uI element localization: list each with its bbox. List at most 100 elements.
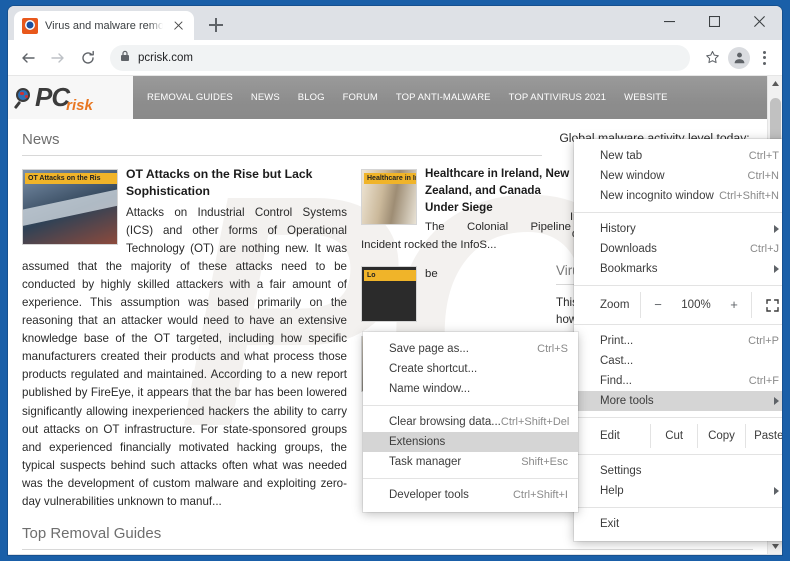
menu-item-accelerator: Ctrl+Shift+I: [513, 489, 568, 501]
menu-item-accelerator: Ctrl+P: [748, 335, 779, 347]
menu-item-new-incognito-window[interactable]: New incognito window Ctrl+Shift+N: [574, 186, 782, 206]
menu-separator: [574, 285, 782, 286]
menu-item-exit[interactable]: Exit: [574, 514, 782, 534]
nav-item-website[interactable]: WEBSITE: [624, 92, 667, 103]
menu-separator: [574, 454, 782, 455]
browser-toolbar: pcrisk.com: [8, 40, 782, 76]
forward-arrow-icon[interactable]: [44, 44, 72, 72]
nav-item-removal-guides[interactable]: REMOVAL GUIDES: [147, 92, 233, 103]
logo-text-risk: risk: [66, 97, 93, 114]
menu-separator: [574, 212, 782, 213]
article-thumbnail[interactable]: Healthcare in Ireland,: [361, 169, 417, 225]
menu-item-new-window[interactable]: New window Ctrl+N: [574, 166, 782, 186]
menu-item-accelerator: Shift+Esc: [521, 456, 568, 468]
menu-item-label: History: [600, 223, 768, 235]
profile-avatar-icon[interactable]: [728, 47, 750, 69]
paste-button[interactable]: Paste: [746, 430, 782, 442]
article-thumbnail[interactable]: OT Attacks on the Ris: [22, 169, 118, 245]
cut-button[interactable]: Cut: [651, 430, 697, 442]
chrome-main-menu: New tab Ctrl+T New window Ctrl+N New inc…: [574, 139, 782, 541]
chevron-right-icon: [774, 225, 779, 233]
list-item: Lo be: [361, 263, 571, 325]
menu-item-label: Create shortcut...: [389, 363, 568, 375]
menu-item-label: Cast...: [600, 355, 779, 367]
menu-separator: [574, 324, 782, 325]
featured-article: OT Attacks on the Ris OT Attacks on the …: [22, 166, 347, 511]
scroll-up-icon[interactable]: [768, 76, 782, 91]
kebab-menu-icon[interactable]: [752, 45, 776, 71]
submenu-item-name-window[interactable]: Name window...: [363, 379, 578, 399]
copy-button[interactable]: Copy: [698, 430, 744, 442]
chevron-right-icon: [774, 265, 779, 273]
reload-icon[interactable]: [74, 44, 102, 72]
menu-item-label: Bookmarks: [600, 263, 768, 275]
menu-item-label: New window: [600, 170, 748, 182]
menu-item-label: Clear browsing data...: [389, 416, 501, 428]
scroll-down-icon[interactable]: [768, 539, 782, 554]
address-bar[interactable]: pcrisk.com: [110, 45, 690, 71]
menu-item-label: Extensions: [389, 436, 568, 448]
menu-item-label: Print...: [600, 335, 748, 347]
menu-item-accelerator: Ctrl+F: [749, 375, 779, 387]
menu-item-label: Exit: [600, 518, 779, 530]
menu-item-more-tools[interactable]: More tools: [574, 391, 782, 411]
logo-text-pc: PC: [35, 82, 69, 113]
menu-separator: [363, 405, 578, 406]
zoom-out-button[interactable]: −: [641, 292, 675, 318]
submenu-item-create-shortcut[interactable]: Create shortcut...: [363, 359, 578, 379]
browser-tab[interactable]: Virus and malware removal instru: [14, 11, 194, 40]
zoom-level-value: 100%: [675, 299, 717, 311]
menu-item-settings[interactable]: Settings: [574, 461, 782, 481]
menu-item-cast[interactable]: Cast...: [574, 351, 782, 371]
close-button[interactable]: [737, 6, 782, 36]
submenu-item-clear-browsing-data[interactable]: Clear browsing data... Ctrl+Shift+Del: [363, 412, 578, 432]
magnifier-icon: [14, 87, 34, 109]
nav-item-top-antivirus[interactable]: TOP ANTIVIRUS 2021: [509, 92, 607, 103]
menu-item-label: More tools: [600, 395, 768, 407]
submenu-item-developer-tools[interactable]: Developer tools Ctrl+Shift+I: [363, 485, 578, 505]
address-bar-url: pcrisk.com: [138, 52, 193, 64]
submenu-item-task-manager[interactable]: Task manager Shift+Esc: [363, 452, 578, 472]
back-arrow-icon[interactable]: [14, 44, 42, 72]
page-viewport: PC PC risk REMOVAL GUIDES NEWS BLOG: [8, 76, 782, 554]
menu-item-help[interactable]: Help: [574, 481, 782, 501]
menu-item-print[interactable]: Print... Ctrl+P: [574, 331, 782, 351]
menu-item-history[interactable]: History: [574, 219, 782, 239]
fullscreen-icon[interactable]: [752, 299, 782, 312]
submenu-item-extensions[interactable]: Extensions: [363, 432, 578, 452]
thumbnail-caption: Healthcare in Ireland,: [364, 173, 417, 184]
thumbnail-caption: Lo: [364, 270, 417, 281]
nav-item-news[interactable]: NEWS: [251, 92, 280, 103]
site-logo[interactable]: PC risk: [8, 76, 133, 119]
news-heading: News: [22, 119, 542, 156]
menu-item-accelerator: Ctrl+Shift+N: [719, 190, 779, 202]
menu-item-label: Find...: [600, 375, 749, 387]
menu-separator: [363, 478, 578, 479]
menu-item-find[interactable]: Find... Ctrl+F: [574, 371, 782, 391]
tab-close-icon[interactable]: [170, 18, 186, 34]
menu-item-label: New tab: [600, 150, 749, 162]
menu-separator: [574, 507, 782, 508]
new-tab-button[interactable]: [202, 11, 230, 39]
menu-item-new-tab[interactable]: New tab Ctrl+T: [574, 146, 782, 166]
menu-item-label: Save page as...: [389, 343, 537, 355]
chevron-right-icon: [774, 397, 779, 405]
minimize-button[interactable]: [647, 6, 692, 36]
maximize-button[interactable]: [692, 6, 737, 36]
menu-item-label: Name window...: [389, 383, 568, 395]
menu-item-bookmarks[interactable]: Bookmarks: [574, 259, 782, 279]
star-icon[interactable]: [698, 44, 726, 72]
lock-icon: [120, 49, 130, 67]
nav-item-forum[interactable]: FORUM: [343, 92, 378, 103]
site-header: PC risk REMOVAL GUIDES NEWS BLOG FORUM T…: [8, 76, 767, 119]
submenu-item-save-page-as[interactable]: Save page as... Ctrl+S: [363, 339, 578, 359]
menu-item-accelerator: Ctrl+Shift+Del: [501, 416, 569, 428]
chevron-right-icon: [774, 487, 779, 495]
nav-item-blog[interactable]: BLOG: [298, 92, 325, 103]
screen: Virus and malware removal instru: [0, 0, 790, 561]
menu-item-label: New incognito window: [600, 190, 719, 202]
article-thumbnail[interactable]: Lo: [361, 266, 417, 322]
nav-item-top-anti-malware[interactable]: TOP ANTI-MALWARE: [396, 92, 491, 103]
zoom-in-button[interactable]: +: [717, 292, 751, 318]
menu-item-downloads[interactable]: Downloads Ctrl+J: [574, 239, 782, 259]
